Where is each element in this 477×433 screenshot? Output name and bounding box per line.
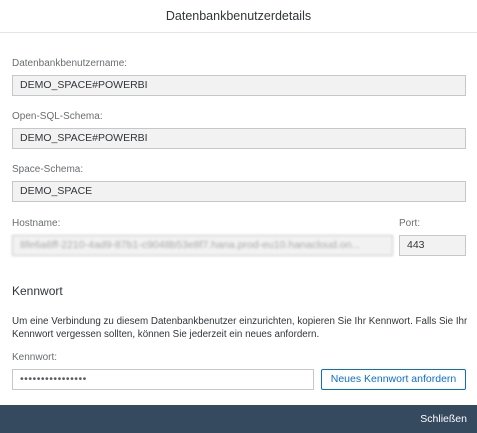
dialog-footer: Schließen (0, 405, 477, 433)
open-sql-schema-field[interactable]: DEMO_SPACE#POWERBI (12, 128, 466, 149)
dialog-title: Datenbankbenutzerdetails (165, 9, 312, 23)
password-field[interactable]: •••••••••••••••• (12, 369, 314, 390)
request-new-password-button[interactable]: Neues Kennwort anfordern (321, 369, 466, 390)
dialog-content: Datenbankbenutzername: DEMO_SPACE#POWERB… (0, 34, 477, 405)
hostname-field[interactable]: 8fe6a6ff-2210-4ad9-87b1-c9048b53e8f7.han… (12, 235, 393, 256)
port-field[interactable]: 443 (399, 235, 466, 256)
port-label: Port: (399, 218, 421, 229)
open-sql-schema-label: Open-SQL-Schema: (12, 111, 103, 122)
close-button[interactable]: Schließen (418, 405, 469, 433)
db-user-label: Datenbankbenutzername: (12, 58, 128, 69)
db-user-field[interactable]: DEMO_SPACE#POWERBI (12, 75, 466, 96)
database-user-details-dialog: Datenbankbenutzerdetails Datenbankbenutz… (0, 0, 477, 433)
password-section-title: Kennwort (12, 284, 63, 298)
password-description: Um eine Verbindung zu diesem Datenbankbe… (12, 316, 468, 340)
space-schema-field[interactable]: DEMO_SPACE (12, 181, 466, 202)
password-label: Kennwort: (12, 352, 58, 363)
dialog-header: Datenbankbenutzerdetails (0, 0, 477, 33)
hostname-label: Hostname: (12, 218, 61, 229)
space-schema-label: Space-Schema: (12, 164, 84, 175)
